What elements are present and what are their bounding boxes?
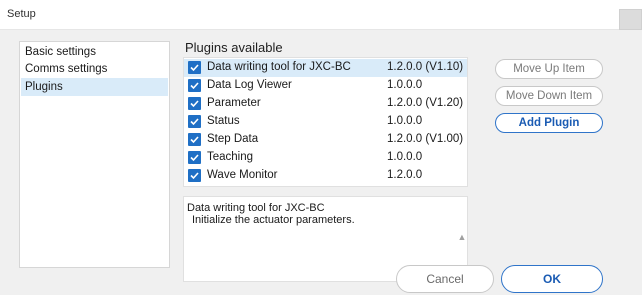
plugin-version: 1.0.0.0 (387, 79, 423, 91)
add-plugin-button[interactable]: Add Plugin (495, 113, 603, 133)
close-button[interactable] (619, 9, 642, 30)
plugin-name: Data writing tool for JXC-BC (207, 61, 351, 73)
checkmark-icon (190, 64, 199, 72)
move-down-button[interactable]: Move Down Item (495, 86, 603, 106)
checkmark-icon (190, 172, 199, 180)
plugin-version: 1.2.0.0 (387, 169, 423, 181)
ok-button[interactable]: OK (501, 265, 603, 293)
plugin-version: 1.0.0.0 (387, 115, 423, 127)
plugin-checkbox[interactable] (188, 115, 201, 128)
plugin-row[interactable]: Step Data 1.2.0.0 (V1.00) (184, 131, 467, 149)
window-title: Setup (7, 8, 36, 20)
plugin-row[interactable]: Teaching 1.0.0.0 (184, 149, 467, 167)
move-up-button[interactable]: Move Up Item (495, 59, 603, 79)
description-title: Data writing tool for JXC-BC (187, 202, 325, 214)
scroll-up-icon[interactable]: ▲ (457, 232, 467, 242)
plugin-name: Wave Monitor (207, 169, 278, 181)
plugin-checkbox[interactable] (188, 61, 201, 74)
plugin-row[interactable]: Wave Monitor 1.2.0.0 (184, 167, 467, 185)
sidebar-item-comms-settings[interactable]: Comms settings (21, 60, 168, 78)
checkmark-icon (190, 100, 199, 108)
plugin-name: Data Log Viewer (207, 79, 292, 91)
cancel-button[interactable]: Cancel (396, 265, 494, 293)
plugin-row[interactable]: Status 1.0.0.0 (184, 113, 467, 131)
plugin-name: Teaching (207, 151, 254, 163)
plugin-checkbox[interactable] (188, 97, 201, 110)
sidebar-item-plugins[interactable]: Plugins (21, 78, 168, 96)
plugin-checkbox[interactable] (188, 133, 201, 146)
description-text: Initialize the actuator parameters. (192, 214, 355, 226)
plugin-version: 1.2.0.0 (V1.10) (387, 61, 464, 73)
checkmark-icon (190, 136, 199, 144)
plugin-row[interactable]: Data Log Viewer 1.0.0.0 (184, 77, 467, 95)
plugin-checkbox[interactable] (188, 169, 201, 182)
plugin-name: Step Data (207, 133, 259, 145)
settings-nav: Basic settings Comms settings Plugins (19, 41, 170, 268)
plugin-checkbox[interactable] (188, 151, 201, 164)
plugin-row[interactable]: Data writing tool for JXC-BC 1.2.0.0 (V1… (184, 59, 467, 77)
plugin-version: 1.2.0.0 (V1.20) (387, 97, 464, 109)
plugin-checkbox[interactable] (188, 79, 201, 92)
plugin-name: Parameter (207, 97, 261, 109)
plugin-list: Data writing tool for JXC-BC 1.2.0.0 (V1… (183, 57, 468, 187)
plugin-version: 1.2.0.0 (V1.00) (387, 133, 464, 145)
sidebar-item-basic-settings[interactable]: Basic settings (21, 43, 168, 61)
checkmark-icon (190, 82, 199, 90)
plugin-row[interactable]: Parameter 1.2.0.0 (V1.20) (184, 95, 467, 113)
checkmark-icon (190, 154, 199, 162)
checkmark-icon (190, 118, 199, 126)
plugin-version: 1.0.0.0 (387, 151, 423, 163)
section-title: Plugins available (185, 40, 283, 55)
title-bar: Setup (0, 0, 642, 30)
plugin-name: Status (207, 115, 240, 127)
dialog-body: Basic settings Comms settings Plugins Pl… (0, 30, 642, 295)
